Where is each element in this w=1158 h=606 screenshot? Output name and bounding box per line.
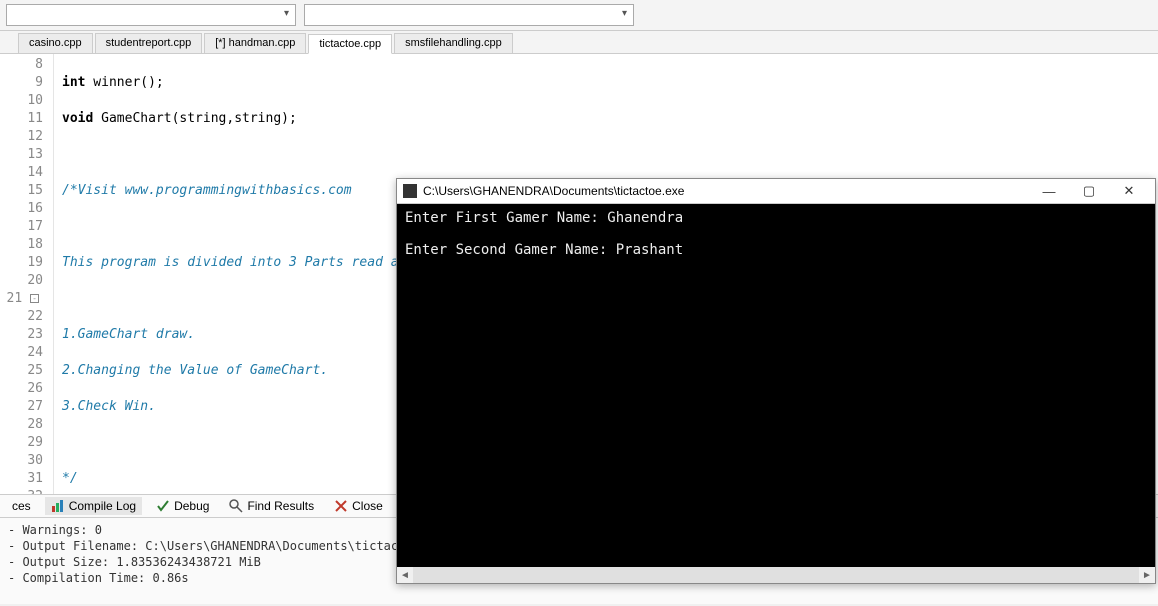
console-output[interactable]: Enter First Gamer Name: Ghanendra Enter … (397, 204, 1155, 567)
tab-studentreport[interactable]: studentreport.cpp (95, 33, 203, 53)
scroll-left-icon[interactable]: ◄ (397, 570, 413, 581)
code-text: winner(); (85, 75, 163, 90)
fold-icon[interactable]: - (30, 294, 39, 303)
tab-tictactoe[interactable]: tictactoe.cpp (308, 34, 392, 54)
console-title-text: C:\Users\GHANENDRA\Documents\tictactoe.e… (423, 184, 684, 198)
scope-dropdown[interactable] (6, 4, 296, 26)
tab-smsfilehandling[interactable]: smsfilehandling.cpp (394, 33, 513, 53)
bar-chart-icon (51, 499, 65, 513)
btab-label: Compile Log (69, 499, 136, 513)
tab-casino[interactable]: casino.cpp (18, 33, 93, 53)
btab-find-results[interactable]: Find Results (223, 497, 320, 515)
kw-int: int (62, 75, 85, 90)
check-icon (156, 499, 170, 513)
file-tabs: casino.cpp studentreport.cpp [*] handman… (0, 31, 1158, 54)
scroll-track[interactable] (413, 567, 1139, 583)
btab-label: Find Results (247, 499, 314, 513)
btab-close[interactable]: Close (328, 497, 389, 515)
search-icon (229, 499, 243, 513)
scroll-right-icon[interactable]: ► (1139, 570, 1155, 581)
close-icon (334, 499, 348, 513)
btab-debug[interactable]: Debug (150, 497, 215, 515)
console-line: Enter First Gamer Name: Ghanendra (405, 210, 683, 226)
close-button[interactable]: ✕ (1109, 183, 1149, 199)
line-gutter: 891011121314 151617181920 21 - 222324252… (0, 54, 54, 494)
toolbar-dropdowns (0, 0, 1158, 31)
console-scrollbar[interactable]: ◄ ► (397, 567, 1155, 583)
kw-void: void (62, 111, 93, 126)
symbol-dropdown[interactable] (304, 4, 634, 26)
console-window[interactable]: C:\Users\GHANENDRA\Documents\tictactoe.e… (396, 178, 1156, 584)
tab-handman[interactable]: [*] handman.cpp (204, 33, 306, 53)
code-text: GameChart(string,string); (93, 111, 297, 126)
btab-compile-log[interactable]: Compile Log (45, 497, 142, 515)
minimize-button[interactable]: — (1029, 184, 1069, 199)
maximize-button[interactable]: ▢ (1069, 183, 1109, 199)
btab-label: Debug (174, 499, 209, 513)
console-icon (403, 184, 417, 198)
console-titlebar[interactable]: C:\Users\GHANENDRA\Documents\tictactoe.e… (397, 179, 1155, 204)
console-line: Enter Second Gamer Name: Prashant (405, 242, 683, 258)
btab-label: Close (352, 499, 383, 513)
btab-ces[interactable]: ces (6, 497, 37, 515)
